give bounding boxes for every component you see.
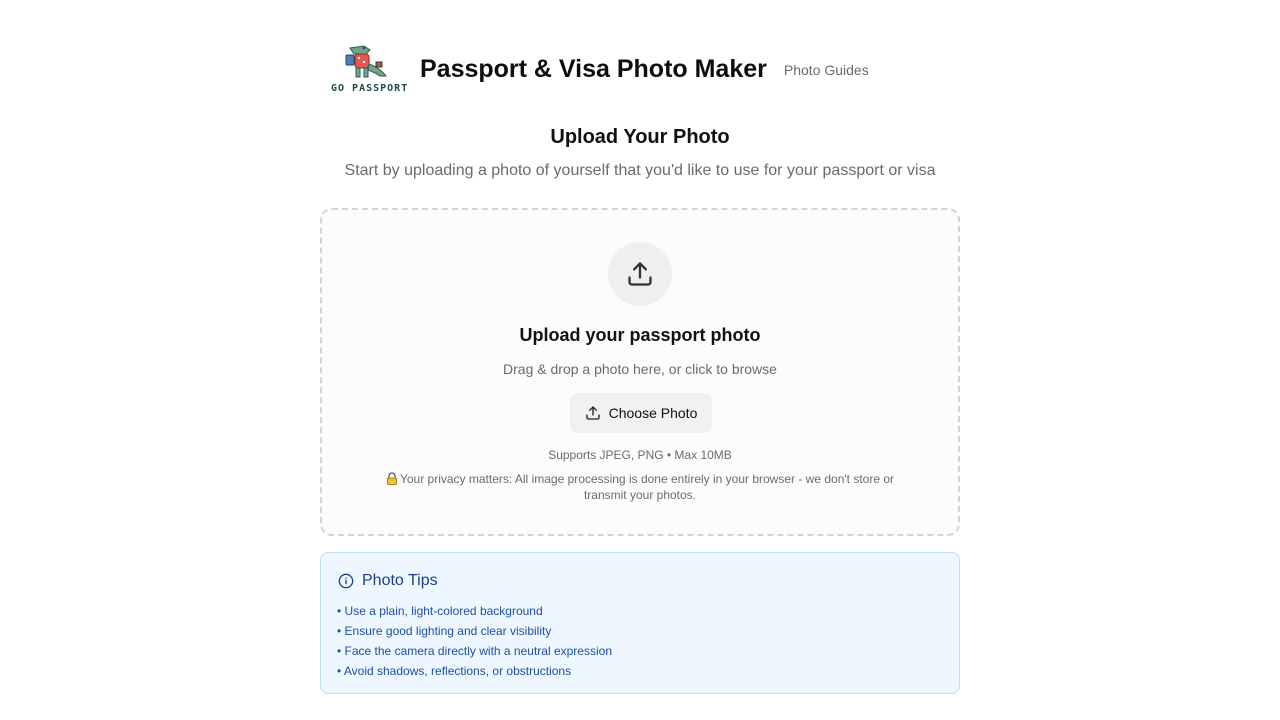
photo-tips-list: • Use a plain, light-colored background … <box>337 601 612 681</box>
lock-icon <box>387 472 397 485</box>
privacy-notice: Your privacy matters: All image processi… <box>372 471 908 503</box>
logo-text: GO PASSPORT <box>331 83 409 94</box>
list-item: • Use a plain, light-colored background <box>337 604 543 618</box>
go-passport-logo[interactable]: GO PASSPORT <box>330 42 407 96</box>
photo-tips-title: Photo Tips <box>362 572 438 589</box>
list-item: • Avoid shadows, reflections, or obstruc… <box>337 664 572 678</box>
dropzone-title: Upload your passport photo <box>519 325 761 345</box>
privacy-text: Your privacy matters: All image processi… <box>399 472 895 502</box>
photo-dropzone[interactable]: Upload your passport photo Drag & drop a… <box>320 208 960 536</box>
list-item: • Face the camera directly with a neutra… <box>337 644 612 658</box>
list-item: • Ensure good lighting and clear visibil… <box>337 624 552 638</box>
photo-guides-link[interactable]: Photo Guides <box>784 62 869 78</box>
info-icon <box>338 573 354 589</box>
upload-section-title: Upload Your Photo <box>550 126 730 148</box>
supported-formats-text: Supports JPEG, PNG • Max 10MB <box>548 448 732 462</box>
choose-photo-button[interactable]: Choose Photo <box>570 393 712 433</box>
photo-tips-panel: Photo Tips • Use a plain, light-colored … <box>320 552 960 694</box>
app-title: Passport & Visa Photo Maker <box>420 54 767 83</box>
dropzone-subtitle: Drag & drop a photo here, or click to br… <box>503 361 777 377</box>
upload-icon-circle <box>608 242 672 306</box>
page: GO PASSPORT Passport & Visa Photo Maker … <box>0 0 1280 720</box>
choose-photo-label: Choose Photo <box>608 405 698 421</box>
photo-tips-header: Photo Tips <box>338 572 438 590</box>
app-header: GO PASSPORT Passport & Visa Photo Maker … <box>330 42 869 96</box>
crocodile-mascot-icon <box>345 45 388 78</box>
upload-icon <box>628 262 652 286</box>
upload-section-subtitle: Start by uploading a photo of yourself t… <box>344 162 936 179</box>
upload-icon <box>585 406 600 420</box>
